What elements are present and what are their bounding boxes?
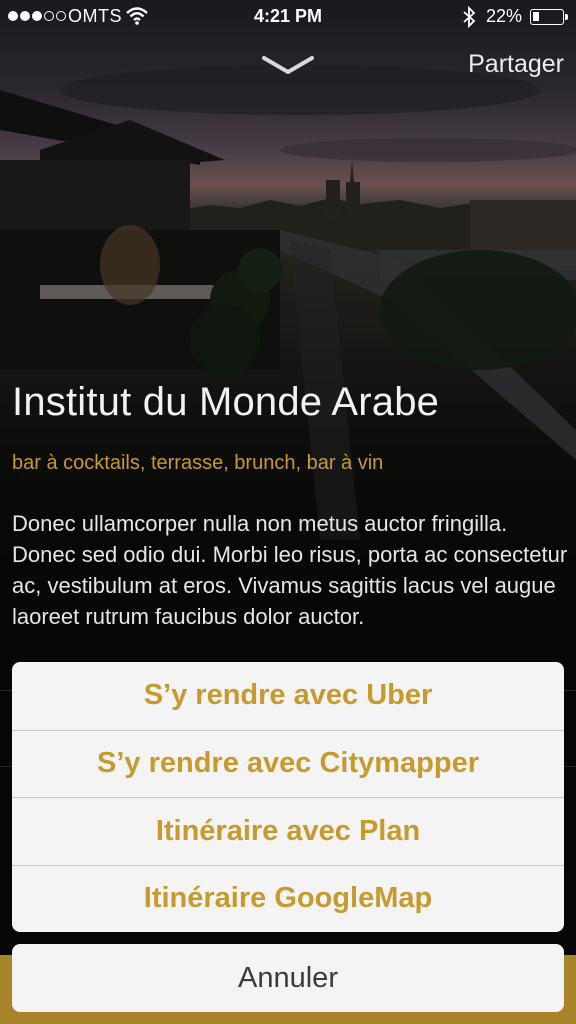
- googlemaps-option-button[interactable]: Itinéraire GoogleMap: [12, 864, 564, 933]
- cancel-button[interactable]: Annuler: [12, 944, 564, 1012]
- plans-option-button[interactable]: Itinéraire avec Plan: [12, 797, 564, 865]
- citymapper-option-button[interactable]: S’y rendre avec Citymapper: [12, 729, 564, 798]
- action-sheet: S’y rendre avec Uber S’y rendre avec Cit…: [12, 662, 564, 932]
- uber-option-button[interactable]: S’y rendre avec Uber: [12, 662, 564, 730]
